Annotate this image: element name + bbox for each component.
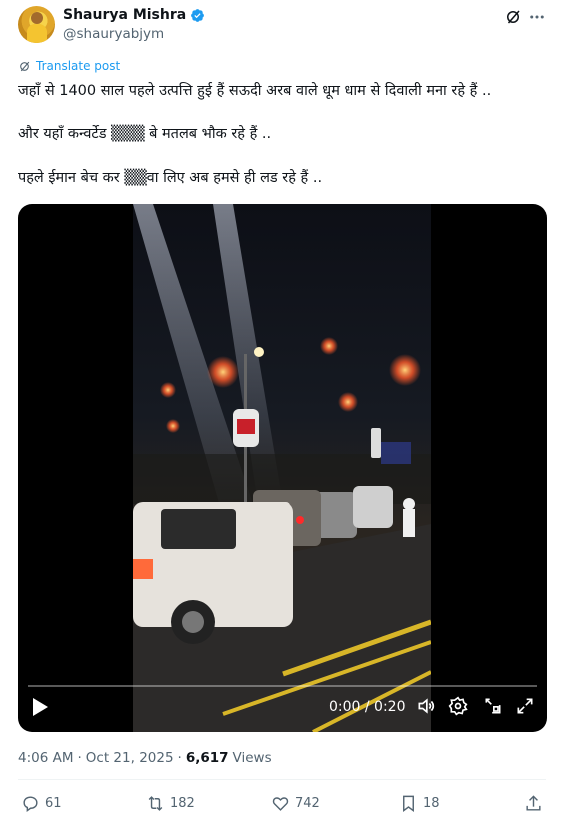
bookmark-icon xyxy=(403,795,414,813)
reply-count: 61 xyxy=(45,796,62,811)
repost-icon xyxy=(148,796,163,811)
translate-post-link[interactable]: Translate post xyxy=(18,59,120,73)
action-bar: 61 182 742 18 xyxy=(18,794,546,816)
meta-separator: · xyxy=(77,750,82,766)
bookmark-count: 18 xyxy=(423,796,440,811)
post-date[interactable]: Oct 21, 2025 xyxy=(86,750,174,766)
author-handle[interactable]: @shauryabjym xyxy=(63,26,164,42)
like-count: 742 xyxy=(295,796,320,811)
views-label: Views xyxy=(232,750,272,766)
video-time: 0:00 / 0:20 xyxy=(329,699,406,715)
more-icon[interactable] xyxy=(528,8,546,26)
author-name-row[interactable]: Shaurya Mishra xyxy=(63,7,205,23)
reply-icon xyxy=(23,796,38,813)
divider xyxy=(18,779,546,780)
post-text-line-3: पहले ईमान बेच कर ▒▒वा लिए अब हमसे ही लड … xyxy=(18,170,323,186)
post-text-line-2: और यहाँ कन्वर्टेड ▒▒▒ बे मतलब भौक रहे है… xyxy=(18,126,272,142)
share-button[interactable] xyxy=(524,794,543,813)
volume-icon[interactable] xyxy=(416,696,436,716)
post-meta: 4:06 AM · Oct 21, 2025 · 6,617 Views xyxy=(18,750,272,766)
post-header: Shaurya Mishra @shauryabjym xyxy=(18,6,546,46)
post-time[interactable]: 4:06 AM xyxy=(18,750,74,766)
video-controls: 0:00 / 0:20 xyxy=(18,694,547,724)
play-icon[interactable] xyxy=(30,696,50,718)
like-button[interactable]: 742 xyxy=(271,794,320,813)
settings-icon[interactable] xyxy=(448,696,468,716)
share-icon xyxy=(526,795,541,811)
video-progress-bar[interactable] xyxy=(28,685,537,687)
repost-count: 182 xyxy=(170,796,195,811)
translate-icon xyxy=(20,61,30,71)
repost-button[interactable]: 182 xyxy=(146,794,195,813)
reply-button[interactable]: 61 xyxy=(21,794,62,813)
post-text-line-1: जहाँ से 1400 साल पहले उत्पत्ति हुई हैं स… xyxy=(18,83,492,99)
video-player[interactable]: 0:00 / 0:20 xyxy=(18,204,547,732)
meta-separator: · xyxy=(177,750,182,766)
bookmark-button[interactable]: 18 xyxy=(399,794,440,813)
views-count: 6,617 xyxy=(185,750,229,766)
verified-badge-icon xyxy=(191,8,205,22)
fullscreen-icon[interactable] xyxy=(515,696,535,716)
translate-label[interactable]: Translate post xyxy=(36,59,120,73)
avatar[interactable] xyxy=(18,6,55,43)
video-frame[interactable] xyxy=(133,204,431,732)
like-icon xyxy=(272,797,289,811)
author-name[interactable]: Shaurya Mishra xyxy=(63,7,186,23)
video-scene xyxy=(133,204,431,732)
pip-icon[interactable] xyxy=(483,696,503,716)
grok-icon[interactable] xyxy=(504,8,522,26)
